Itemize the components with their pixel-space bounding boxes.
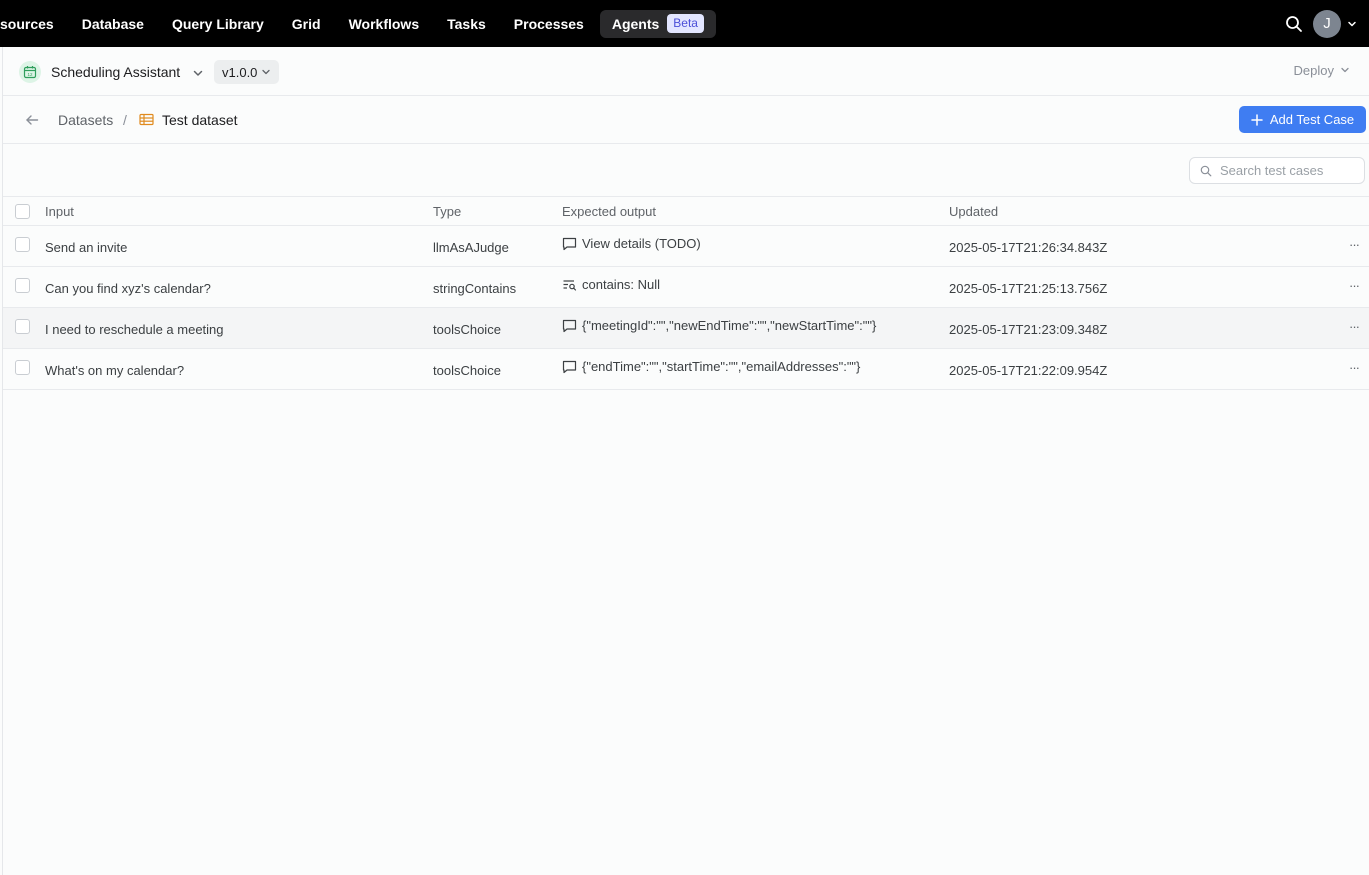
cell-type: stringContains: [433, 281, 517, 296]
cell-expected-output: contains: Null: [562, 277, 660, 292]
search-icon[interactable]: [1285, 15, 1303, 33]
nav-items: sources Database Query Library Grid Work…: [0, 0, 716, 47]
chevron-down-icon[interactable]: [1347, 19, 1357, 29]
arrow-left-icon[interactable]: [25, 113, 39, 132]
column-header-updated: Updated: [949, 204, 999, 219]
more-actions-icon[interactable]: ···: [1349, 237, 1360, 252]
column-header-input: Input: [45, 204, 74, 219]
cell-updated: 2025-05-17T21:25:13.756Z: [949, 281, 1108, 296]
deploy-label: Deploy: [1293, 63, 1334, 78]
column-header-expected-output: Expected output: [562, 204, 656, 219]
column-header-type: Type: [433, 204, 462, 219]
beta-badge: Beta: [667, 14, 704, 33]
expected-output-text: View details (TODO): [582, 236, 701, 251]
table-header: Input Type Expected output Updated: [3, 196, 1369, 226]
table-row[interactable]: Can you find xyz's calendar? stringConta…: [3, 267, 1369, 308]
plus-icon: [1251, 113, 1263, 126]
add-test-case-button[interactable]: Add Test Case: [1239, 106, 1366, 133]
breadcrumb-current: Test dataset: [162, 112, 238, 128]
table-row[interactable]: I need to reschedule a meeting toolsChoi…: [3, 308, 1369, 349]
cell-input: I need to reschedule a meeting: [45, 322, 224, 337]
search-icon: [1200, 165, 1212, 177]
version-label: v1.0.0: [222, 64, 258, 80]
cell-expected-output: View details (TODO): [562, 236, 701, 251]
cell-updated: 2025-05-17T21:23:09.348Z: [949, 322, 1108, 337]
message-icon: [562, 237, 577, 250]
nav-item-grid[interactable]: Grid: [292, 10, 321, 38]
row-checkbox[interactable]: [15, 360, 30, 375]
chevron-down-icon[interactable]: [192, 66, 204, 84]
agent-selector[interactable]: Scheduling Assistant: [51, 64, 180, 80]
nav-right: J: [1285, 0, 1369, 47]
table-row[interactable]: What's on my calendar? toolsChoice {"end…: [3, 349, 1369, 390]
nav-item-processes[interactable]: Processes: [514, 10, 584, 38]
row-checkbox[interactable]: [15, 278, 30, 293]
row-checkbox[interactable]: [15, 319, 30, 334]
breadcrumb-datasets-link[interactable]: Datasets: [58, 112, 113, 128]
breadcrumb: Datasets / Test dataset Add Test Case: [3, 96, 1369, 144]
cell-updated: 2025-05-17T21:26:34.843Z: [949, 240, 1108, 255]
table-icon: [139, 113, 154, 131]
version-selector[interactable]: v1.0.0: [214, 60, 280, 84]
svg-text:12: 12: [27, 72, 33, 77]
main-panel: 12 Scheduling Assistant v1.0.0 Deploy Da…: [2, 47, 1369, 875]
breadcrumb-separator: /: [123, 112, 127, 128]
text-search-icon: [563, 279, 577, 291]
more-actions-icon[interactable]: ···: [1349, 360, 1360, 375]
nav-item-agents[interactable]: Agents Beta: [599, 9, 716, 38]
more-actions-icon[interactable]: ···: [1349, 278, 1360, 293]
cell-expected-output: {"endTime":"","startTime":"","emailAddre…: [562, 359, 860, 374]
cell-type: toolsChoice: [433, 322, 501, 337]
cell-input: Send an invite: [45, 240, 128, 255]
row-checkbox[interactable]: [15, 237, 30, 252]
cell-input: Can you find xyz's calendar?: [45, 281, 211, 296]
top-nav: sources Database Query Library Grid Work…: [0, 0, 1369, 47]
nav-agents-label: Agents: [611, 15, 660, 32]
search-input[interactable]: [1220, 163, 1360, 178]
deploy-button[interactable]: Deploy: [1294, 63, 1350, 78]
add-test-case-label: Add Test Case: [1269, 112, 1355, 127]
cell-updated: 2025-05-17T21:22:09.954Z: [949, 363, 1108, 378]
cell-type: llmAsAJudge: [433, 240, 509, 255]
calendar-icon: 12: [19, 61, 41, 83]
test-cases-table: Input Type Expected output Updated Send …: [3, 196, 1369, 390]
nav-item-resources[interactable]: sources: [0, 10, 54, 38]
nav-item-query-library[interactable]: Query Library: [172, 10, 264, 38]
select-all-checkbox[interactable]: [15, 204, 30, 219]
expected-output-text: {"meetingId":"","newEndTime":"","newStar…: [582, 318, 877, 333]
chevron-down-icon: [261, 65, 271, 80]
expected-output-text: contains: Null: [582, 277, 661, 292]
search-box: [1189, 157, 1365, 184]
message-icon: [562, 360, 577, 373]
message-icon: [562, 319, 577, 332]
nav-item-workflows[interactable]: Workflows: [349, 10, 420, 38]
cell-expected-output: {"meetingId":"","newEndTime":"","newStar…: [562, 318, 876, 333]
expected-output-text: {"endTime":"","startTime":"","emailAddre…: [582, 359, 861, 374]
cell-type: toolsChoice: [433, 363, 501, 378]
chevron-down-icon: [1340, 63, 1350, 78]
avatar[interactable]: J: [1313, 9, 1341, 38]
nav-item-database[interactable]: Database: [82, 10, 144, 38]
table-row[interactable]: Send an invite llmAsAJudge View details …: [3, 226, 1369, 267]
cell-input: What's on my calendar?: [45, 363, 185, 378]
nav-item-tasks[interactable]: Tasks: [447, 10, 486, 38]
more-actions-icon[interactable]: ···: [1349, 319, 1360, 334]
agent-bar: 12 Scheduling Assistant v1.0.0 Deploy: [3, 47, 1369, 96]
